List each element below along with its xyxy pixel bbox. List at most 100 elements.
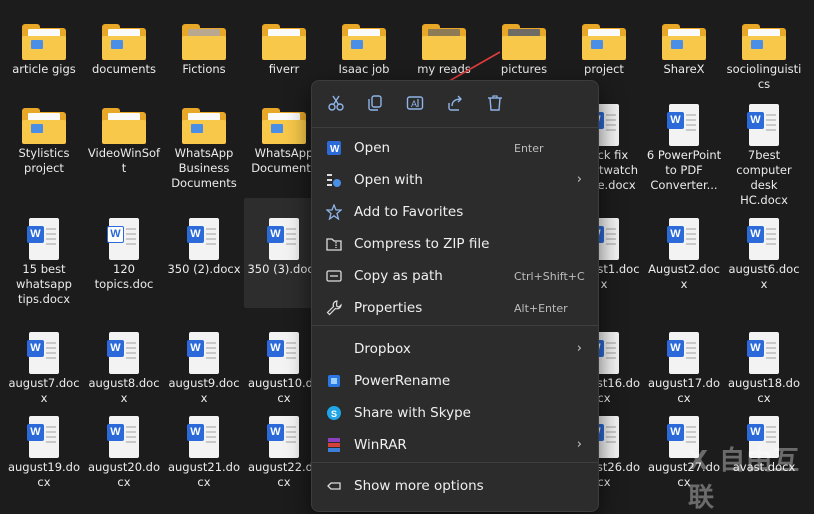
- svg-text:S: S: [331, 409, 337, 419]
- menu-item-label: WinRAR: [354, 437, 407, 453]
- file-label: article gigs: [12, 62, 76, 76]
- file-label: fiverr: [268, 62, 300, 76]
- folder-icon: [582, 24, 626, 60]
- menu-item-compress-to-zip-file[interactable]: Compress to ZIP file: [316, 229, 594, 259]
- copy-icon[interactable]: [365, 94, 385, 114]
- delete-icon[interactable]: [485, 94, 505, 114]
- menu-item-label: Copy as path: [354, 268, 443, 284]
- menu-item-share-with-skype[interactable]: S Share with Skype: [316, 398, 594, 428]
- menu-item-show-more-options[interactable]: Show more options: [316, 471, 594, 501]
- menu-item-add-to-favorites[interactable]: Add to Favorites: [316, 197, 594, 227]
- word-document-icon: W: [107, 416, 141, 458]
- menu-item-copy-as-path[interactable]: Copy as path Ctrl+Shift+C: [316, 261, 594, 291]
- cut-icon[interactable]: [326, 94, 346, 114]
- chevron-right-icon: ›: [576, 341, 582, 356]
- folder-icon: [502, 24, 546, 60]
- file-item[interactable]: Waugust21.docx: [164, 396, 244, 506]
- menu-item-label: PowerRename: [354, 373, 451, 389]
- folder-icon: [262, 108, 306, 144]
- file-label: project: [584, 62, 624, 76]
- folder-icon: [742, 24, 786, 60]
- chevron-right-icon: ›: [576, 437, 582, 452]
- menu-item-shortcut: Enter: [514, 142, 544, 155]
- svg-text:W: W: [330, 144, 340, 155]
- menu-item-label: Add to Favorites: [354, 204, 464, 220]
- file-label: 15 best whatsapp tips.docx: [16, 262, 72, 306]
- powerrename-icon: [326, 373, 342, 389]
- context-toolbar: A: [312, 81, 598, 127]
- folder-icon: [342, 24, 386, 60]
- folder-icon: [182, 24, 226, 60]
- menu-item-open[interactable]: W Open Enter: [316, 133, 594, 163]
- skype-icon: S: [326, 405, 342, 421]
- word-document-icon: W: [667, 332, 701, 374]
- file-item[interactable]: Waugust19.docx: [4, 396, 84, 506]
- menu-item-properties[interactable]: Properties Alt+Enter: [316, 293, 594, 323]
- word-icon: W: [326, 140, 342, 156]
- folder-icon: [22, 108, 66, 144]
- menu-item-dropbox[interactable]: Dropbox ›: [316, 334, 594, 364]
- menu-item-open-with[interactable]: Open with ›: [316, 165, 594, 195]
- folder-item[interactable]: WhatsApp Business Documents: [164, 84, 244, 196]
- file-label: VideoWinSoft: [87, 146, 161, 175]
- menu-item-winrar[interactable]: WinRAR ›: [316, 430, 594, 460]
- word-document-icon: W: [27, 332, 61, 374]
- folder-icon: [102, 108, 146, 144]
- file-label: 120 topics.doc: [94, 262, 154, 291]
- folder-icon: [182, 108, 226, 144]
- context-menu: A W Open Enter Open with › Add to Favorites Co…: [311, 80, 599, 512]
- file-item[interactable]: W August2.docx: [644, 198, 724, 308]
- folder-icon: [662, 24, 706, 60]
- menu-item-label: Properties: [354, 300, 423, 316]
- menu-item-label: Share with Skype: [354, 405, 471, 421]
- folder-item[interactable]: VideoWinSoft: [84, 84, 164, 196]
- more-options-icon: [326, 478, 342, 494]
- file-item[interactable]: Waugust20.docx: [84, 396, 164, 506]
- menu-item-label: Dropbox: [354, 341, 411, 357]
- winrar-icon: [326, 437, 342, 453]
- file-label: august6.docx: [728, 262, 800, 291]
- file-item[interactable]: W 120 topics.doc: [84, 198, 164, 308]
- word-document-icon: W: [187, 332, 221, 374]
- file-label: August2.docx: [648, 262, 720, 291]
- word-document-icon: W: [747, 104, 781, 146]
- file-label: Fictions: [182, 62, 226, 76]
- menu-item-powerrename[interactable]: PowerRename: [316, 366, 594, 396]
- file-item[interactable]: W 350 (2).docx: [164, 198, 244, 308]
- file-label: 350 (2).docx: [167, 262, 241, 276]
- word-document-icon: W: [187, 416, 221, 458]
- file-item[interactable]: Waugust6.docx: [724, 198, 804, 308]
- toolbar-separator: [312, 127, 598, 128]
- word-document-icon: W: [107, 218, 141, 260]
- file-label: Stylistics project: [18, 146, 70, 175]
- menu-item-label: Open with: [354, 172, 423, 188]
- watermark-logo: X 自由互联: [688, 446, 801, 513]
- rename-icon[interactable]: A: [405, 94, 425, 114]
- word-document-icon: W: [187, 218, 221, 260]
- file-item[interactable]: W6 PowerPoint to PDF Converter...: [644, 84, 724, 196]
- word-document-icon: W: [667, 218, 701, 260]
- folder-item[interactable]: Stylistics project: [4, 84, 84, 196]
- wrench-icon: [326, 300, 342, 316]
- folder-icon: [22, 24, 66, 60]
- menu-separator: [312, 462, 598, 463]
- file-label: august19.docx: [7, 460, 81, 489]
- file-item[interactable]: W 15 best whatsapp tips.docx: [4, 198, 84, 308]
- svg-text:A: A: [411, 99, 417, 109]
- word-document-icon: W: [267, 416, 301, 458]
- file-label: WhatsApp Business Documents: [171, 146, 237, 190]
- menu-item-shortcut: Ctrl+Shift+C: [514, 270, 585, 283]
- star-icon: [325, 203, 343, 221]
- path-icon: [326, 268, 342, 284]
- file-label: ShareX: [663, 62, 705, 76]
- open-with-icon: [326, 172, 342, 188]
- menu-item-label: Show more options: [354, 478, 484, 494]
- word-document-icon: W: [267, 332, 301, 374]
- word-document-icon: W: [267, 218, 301, 260]
- file-label: august20.docx: [87, 460, 161, 489]
- file-item[interactable]: W 7best computer desk HC.docx: [724, 84, 804, 207]
- file-label: august21.docx: [167, 460, 241, 489]
- menu-item-shortcut: Alt+Enter: [514, 302, 568, 315]
- share-icon[interactable]: [445, 94, 465, 114]
- word-document-icon: W: [747, 332, 781, 374]
